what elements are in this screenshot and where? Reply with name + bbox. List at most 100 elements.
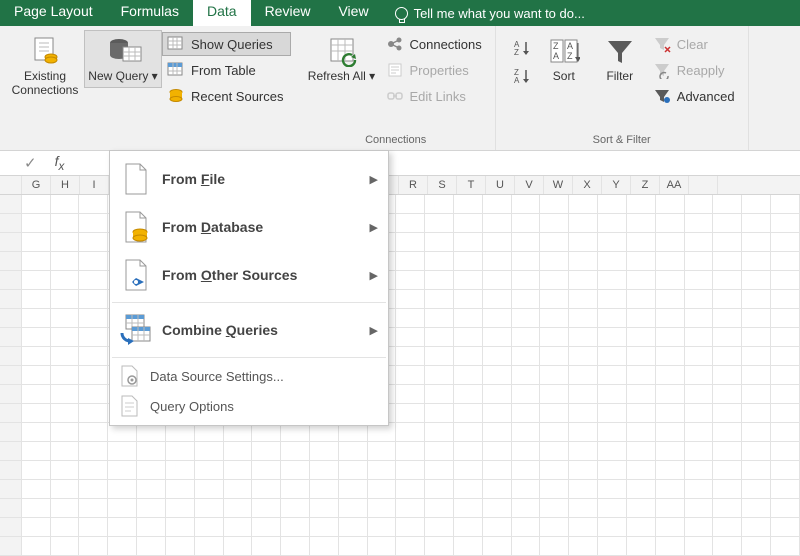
cell[interactable] — [22, 404, 51, 423]
col-hdr[interactable] — [689, 176, 718, 194]
cell[interactable] — [396, 214, 425, 233]
enter-check-icon[interactable]: ✓ — [24, 154, 37, 172]
cell[interactable] — [656, 290, 685, 309]
cell[interactable] — [22, 252, 51, 271]
cell[interactable] — [656, 328, 685, 347]
cell[interactable] — [454, 480, 483, 499]
cell[interactable] — [51, 252, 80, 271]
cell[interactable] — [252, 442, 281, 461]
cell[interactable] — [512, 385, 541, 404]
col-hdr[interactable]: W — [544, 176, 573, 194]
cell[interactable] — [627, 252, 656, 271]
filter-button[interactable]: Filter — [592, 30, 648, 88]
cell[interactable] — [742, 328, 771, 347]
row-header[interactable] — [0, 252, 22, 271]
cell[interactable] — [540, 347, 569, 366]
cell[interactable] — [79, 537, 108, 556]
cell[interactable] — [569, 214, 598, 233]
cell[interactable] — [598, 233, 627, 252]
cell[interactable] — [51, 366, 80, 385]
show-queries-button[interactable]: Show Queries — [162, 32, 291, 56]
cell[interactable] — [396, 537, 425, 556]
row-header[interactable] — [0, 366, 22, 385]
cell[interactable] — [685, 404, 714, 423]
cell[interactable] — [483, 480, 512, 499]
cell[interactable] — [598, 461, 627, 480]
cell[interactable] — [713, 537, 742, 556]
cell[interactable] — [483, 366, 512, 385]
grid-row[interactable] — [0, 442, 800, 461]
cell[interactable] — [166, 480, 195, 499]
cell[interactable] — [454, 499, 483, 518]
cell[interactable] — [281, 480, 310, 499]
cell[interactable] — [51, 423, 80, 442]
row-header[interactable] — [0, 461, 22, 480]
cell[interactable] — [483, 385, 512, 404]
cell[interactable] — [569, 366, 598, 385]
cell[interactable] — [742, 271, 771, 290]
cell[interactable] — [569, 423, 598, 442]
cell[interactable] — [425, 404, 454, 423]
cell[interactable] — [656, 461, 685, 480]
cell[interactable] — [195, 461, 224, 480]
tab-view[interactable]: View — [324, 0, 382, 26]
col-hdr[interactable]: Z — [631, 176, 660, 194]
cell[interactable] — [598, 480, 627, 499]
cell[interactable] — [685, 385, 714, 404]
cell[interactable] — [742, 499, 771, 518]
col-hdr[interactable]: R — [399, 176, 428, 194]
cell[interactable] — [396, 480, 425, 499]
cell[interactable] — [627, 271, 656, 290]
cell[interactable] — [656, 404, 685, 423]
cell[interactable] — [396, 347, 425, 366]
cell[interactable] — [396, 195, 425, 214]
cell[interactable] — [22, 233, 51, 252]
cell[interactable] — [713, 366, 742, 385]
cell[interactable] — [512, 537, 541, 556]
cell[interactable] — [79, 461, 108, 480]
cell[interactable] — [713, 233, 742, 252]
cell[interactable] — [368, 461, 397, 480]
cell[interactable] — [569, 442, 598, 461]
cell[interactable] — [627, 423, 656, 442]
col-hdr[interactable]: H — [51, 176, 80, 194]
cell[interactable] — [396, 290, 425, 309]
cell[interactable] — [51, 537, 80, 556]
cell[interactable] — [454, 423, 483, 442]
cell[interactable] — [396, 461, 425, 480]
cell[interactable] — [224, 537, 253, 556]
cell[interactable] — [685, 461, 714, 480]
cell[interactable] — [281, 442, 310, 461]
cell[interactable] — [310, 537, 339, 556]
cell[interactable] — [339, 442, 368, 461]
cell[interactable] — [51, 480, 80, 499]
cell[interactable] — [713, 518, 742, 537]
cell[interactable] — [569, 328, 598, 347]
cell[interactable] — [627, 309, 656, 328]
cell[interactable] — [454, 309, 483, 328]
cell[interactable] — [79, 328, 108, 347]
cell[interactable] — [540, 252, 569, 271]
cell[interactable] — [512, 442, 541, 461]
row-header[interactable] — [0, 537, 22, 556]
cell[interactable] — [425, 214, 454, 233]
cell[interactable] — [224, 461, 253, 480]
cell[interactable] — [685, 518, 714, 537]
cell[interactable] — [425, 271, 454, 290]
cell[interactable] — [137, 461, 166, 480]
cell[interactable] — [396, 252, 425, 271]
cell[interactable] — [685, 271, 714, 290]
row-header[interactable] — [0, 423, 22, 442]
reapply-button[interactable]: Reapply — [648, 58, 742, 82]
cell[interactable] — [569, 537, 598, 556]
cell[interactable] — [713, 252, 742, 271]
cell[interactable] — [569, 480, 598, 499]
cell[interactable] — [108, 480, 137, 499]
cell[interactable] — [425, 499, 454, 518]
cell[interactable] — [771, 518, 800, 537]
cell[interactable] — [656, 252, 685, 271]
cell[interactable] — [742, 233, 771, 252]
cell[interactable] — [22, 271, 51, 290]
row-header[interactable] — [0, 499, 22, 518]
cell[interactable] — [656, 309, 685, 328]
